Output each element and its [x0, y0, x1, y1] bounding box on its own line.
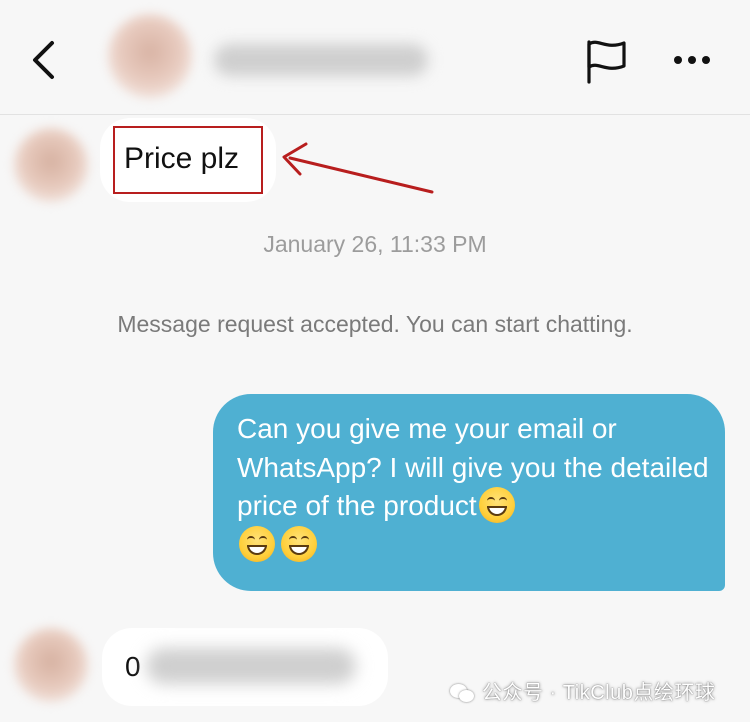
incoming-message-text: Price plz: [124, 142, 240, 175]
sender-avatar[interactable]: [14, 628, 88, 702]
contact-name-redacted[interactable]: [214, 44, 428, 76]
grinning-emoji-icon: [281, 525, 317, 562]
grinning-emoji-icon: [239, 525, 275, 562]
outgoing-message-bubble[interactable]: Can you give me your email or WhatsApp? …: [213, 394, 725, 591]
sender-avatar[interactable]: [14, 128, 88, 202]
ellipsis-icon: [674, 56, 710, 64]
chat-header: [0, 0, 750, 115]
incoming-message-bubble[interactable]: 0: [102, 628, 388, 706]
incoming-message-text: 0: [125, 651, 141, 682]
report-button[interactable]: [582, 38, 630, 84]
wechat-icon: [450, 683, 476, 703]
annotation-arrow-icon: [282, 142, 434, 194]
grinning-emoji-icon: [478, 487, 515, 523]
contact-avatar[interactable]: [108, 14, 192, 98]
outgoing-message-text: Can you give me your email or WhatsApp? …: [237, 413, 709, 521]
more-options-button[interactable]: [668, 44, 716, 76]
back-button[interactable]: [28, 38, 62, 82]
watermark-text: 公众号 · TikClub点绘环球: [482, 682, 716, 704]
flag-icon: [587, 40, 626, 84]
watermark: 公众号 · TikClub点绘环球: [450, 678, 715, 708]
message-timestamp: January 26, 11:33 PM: [263, 231, 487, 257]
system-notice: Message request accepted. You can start …: [117, 311, 633, 337]
redacted-text: [146, 648, 356, 684]
chevron-left-icon: [33, 41, 54, 79]
